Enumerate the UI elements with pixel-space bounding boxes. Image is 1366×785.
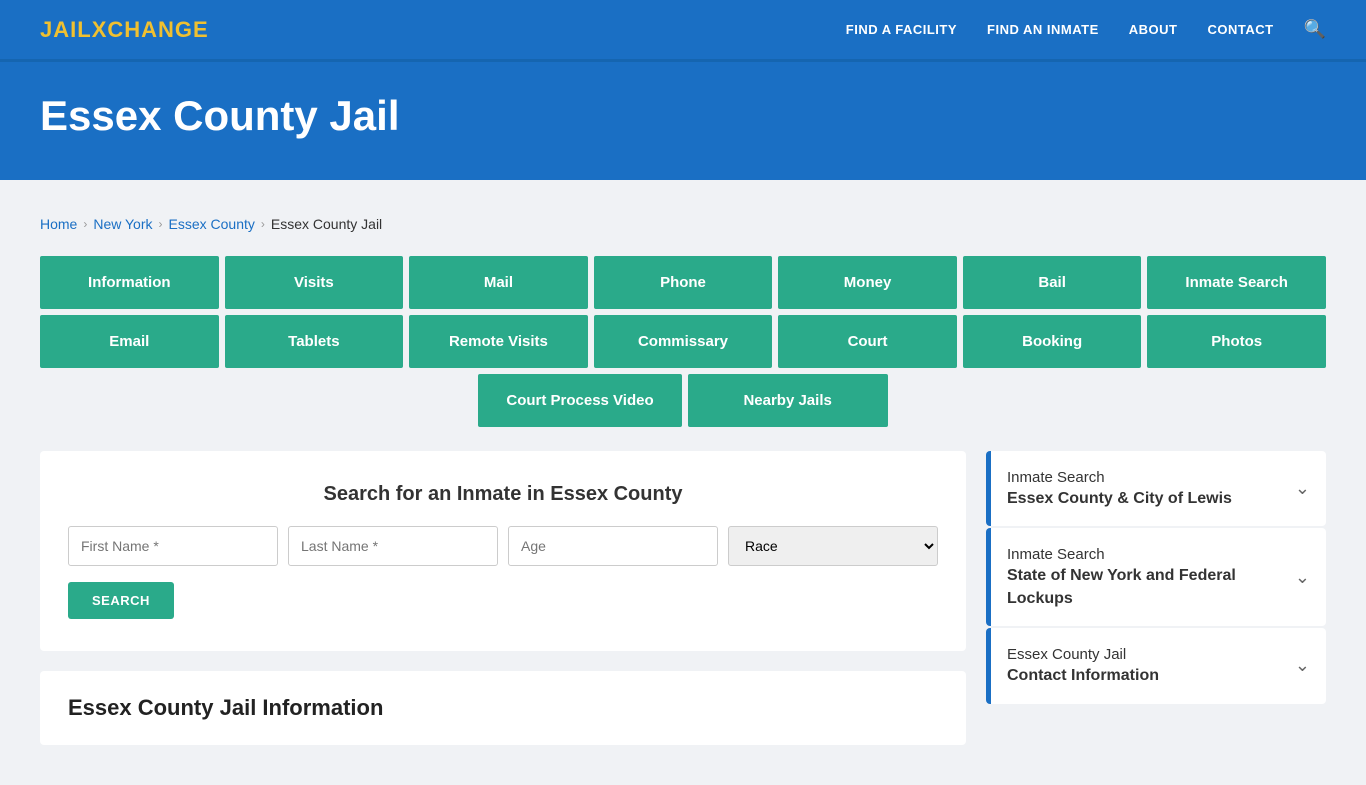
btn-court-process-video[interactable]: Court Process Video (478, 374, 681, 427)
sidebar-card-title-ny: Inmate Search State of New York and Fede… (1007, 544, 1295, 610)
logo-x: X (92, 17, 108, 42)
logo-exchange: CHANGE (107, 17, 208, 42)
chevron-down-icon: ⌄ (1295, 567, 1310, 588)
breadcrumb-essex-county[interactable]: Essex County (169, 216, 255, 232)
nav-links: FIND A FACILITY FIND AN INMATE ABOUT CON… (846, 19, 1326, 40)
breadcrumb-sep-3: › (261, 217, 265, 231)
nav-find-inmate[interactable]: FIND AN INMATE (987, 22, 1099, 37)
search-icon[interactable]: 🔍 (1304, 19, 1326, 40)
info-section-title: Essex County Jail Information (68, 695, 938, 721)
nav-find-facility[interactable]: FIND A FACILITY (846, 22, 957, 37)
breadcrumb-new-york[interactable]: New York (93, 216, 152, 232)
btn-court[interactable]: Court (778, 315, 957, 368)
btn-bail[interactable]: Bail (963, 256, 1142, 309)
breadcrumb-current: Essex County Jail (271, 216, 382, 232)
search-button[interactable]: SEARCH (68, 582, 174, 619)
sidebar-card-title-contact: Essex County Jail Contact Information (1007, 644, 1159, 687)
nav-about[interactable]: ABOUT (1129, 22, 1178, 37)
btn-booking[interactable]: Booking (963, 315, 1142, 368)
last-name-input[interactable] (288, 526, 498, 566)
btn-money[interactable]: Money (778, 256, 957, 309)
age-input[interactable] (508, 526, 718, 566)
breadcrumb-sep-2: › (159, 217, 163, 231)
btn-email[interactable]: Email (40, 315, 219, 368)
search-form-title: Search for an Inmate in Essex County (68, 483, 938, 506)
sidebar-card-contact: Essex County Jail Contact Information ⌄ (986, 628, 1326, 703)
logo[interactable]: JAILXCHANGE (40, 17, 209, 43)
chevron-down-icon: ⌄ (1295, 478, 1310, 499)
content-wrapper: Home › New York › Essex County › Essex C… (0, 180, 1366, 785)
sidebar-card-header-contact[interactable]: Essex County Jail Contact Information ⌄ (991, 628, 1326, 703)
btn-information[interactable]: Information (40, 256, 219, 309)
breadcrumb-sep-1: › (83, 217, 87, 231)
btn-inmate-search[interactable]: Inmate Search (1147, 256, 1326, 309)
btn-remote-visits[interactable]: Remote Visits (409, 315, 588, 368)
sidebar-card-header-ny[interactable]: Inmate Search State of New York and Fede… (991, 528, 1326, 626)
sidebar: Inmate Search Essex County & City of Lew… (986, 451, 1326, 706)
logo-jail: JAIL (40, 17, 92, 42)
sidebar-card-inmate-search-ny: Inmate Search State of New York and Fede… (986, 528, 1326, 626)
sidebar-card-header-essex[interactable]: Inmate Search Essex County & City of Lew… (991, 451, 1326, 526)
btn-tablets[interactable]: Tablets (225, 315, 404, 368)
left-column: Search for an Inmate in Essex County Rac… (40, 451, 966, 745)
btn-commissary[interactable]: Commissary (594, 315, 773, 368)
button-grid-row3: Court Process Video Nearby Jails (40, 374, 1326, 427)
info-section: Essex County Jail Information (40, 671, 966, 745)
btn-photos[interactable]: Photos (1147, 315, 1326, 368)
button-grid-row2: Email Tablets Remote Visits Commissary C… (40, 315, 1326, 368)
sidebar-card-inmate-search-essex: Inmate Search Essex County & City of Lew… (986, 451, 1326, 526)
page-title: Essex County Jail (40, 92, 1326, 140)
search-form-container: Search for an Inmate in Essex County Rac… (40, 451, 966, 651)
breadcrumb: Home › New York › Essex County › Essex C… (40, 200, 1326, 232)
sidebar-card-title-essex: Inmate Search Essex County & City of Lew… (1007, 467, 1232, 510)
hero-section: Essex County Jail (0, 62, 1366, 180)
btn-nearby-jails[interactable]: Nearby Jails (688, 374, 888, 427)
chevron-down-icon: ⌄ (1295, 655, 1310, 676)
main-section: Search for an Inmate in Essex County Rac… (40, 451, 1326, 745)
race-select[interactable]: Race White Black Hispanic Asian Other (728, 526, 938, 566)
nav-contact[interactable]: CONTACT (1207, 22, 1273, 37)
btn-phone[interactable]: Phone (594, 256, 773, 309)
first-name-input[interactable] (68, 526, 278, 566)
breadcrumb-home[interactable]: Home (40, 216, 77, 232)
navbar: JAILXCHANGE FIND A FACILITY FIND AN INMA… (0, 0, 1366, 62)
btn-visits[interactable]: Visits (225, 256, 404, 309)
button-grid-row1: Information Visits Mail Phone Money Bail… (40, 256, 1326, 309)
btn-mail[interactable]: Mail (409, 256, 588, 309)
search-fields: Race White Black Hispanic Asian Other (68, 526, 938, 566)
